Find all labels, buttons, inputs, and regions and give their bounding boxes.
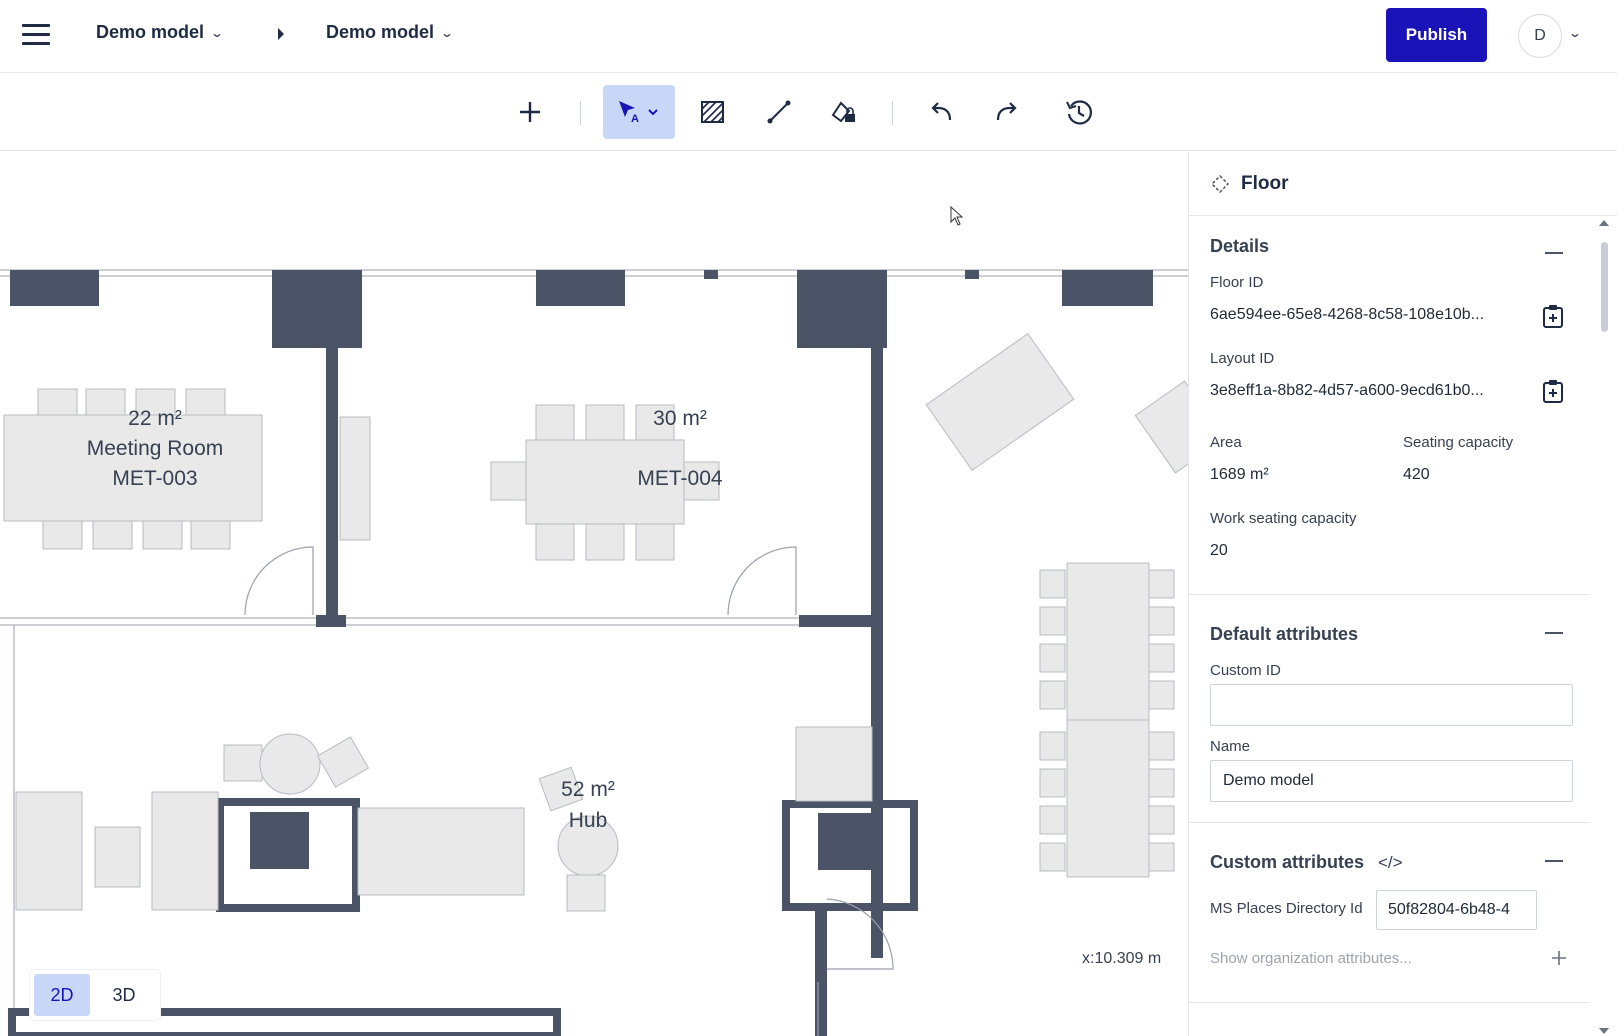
line-tool-button[interactable] (752, 85, 806, 139)
collapse-default-attributes-button[interactable] (1545, 632, 1563, 634)
avatar[interactable]: D (1518, 14, 1562, 58)
ms-places-label: MS Places Directory Id (1210, 900, 1363, 917)
redo-button[interactable] (979, 85, 1033, 139)
history-icon (1066, 100, 1092, 125)
copy-clipboard-icon[interactable] (1542, 379, 1564, 403)
ms-places-input[interactable]: 50f82804-6b48-4 (1376, 890, 1537, 930)
custom-id-input[interactable] (1210, 684, 1573, 726)
toolbar-divider (892, 101, 893, 125)
panel-scroll-thumb[interactable] (1601, 242, 1608, 332)
seating-capacity-label: Seating capacity (1403, 434, 1514, 451)
redo-icon (996, 102, 1017, 121)
breadcrumb-model-selector[interactable]: Demo model ⌄ (96, 22, 225, 43)
mouse-cursor-icon (950, 206, 964, 226)
name-label: Name (1210, 738, 1251, 755)
name-input[interactable]: Demo model (1210, 760, 1573, 802)
area-label: Area (1210, 434, 1242, 451)
select-tool-button[interactable]: A (603, 85, 675, 139)
custom-attributes-title: Custom attributes (1210, 852, 1365, 872)
floor-plan-canvas[interactable]: 22 m² Meeting Room MET-003 30 m² MET-004… (0, 152, 1188, 1036)
section-divider (1189, 1002, 1590, 1003)
wall-column (10, 270, 99, 306)
undo-button[interactable] (915, 85, 969, 139)
chevron-down-icon: ⌄ (210, 25, 225, 40)
view-3d-button[interactable]: 3D (96, 974, 152, 1016)
copy-clipboard-icon[interactable] (1542, 304, 1564, 328)
room-code-label: MET-003 (112, 467, 197, 490)
view-2d-button[interactable]: 2D (34, 974, 90, 1016)
scroll-down-icon[interactable] (1597, 1026, 1611, 1036)
fill-lock-icon (831, 101, 855, 123)
custom-id-label: Custom ID (1210, 662, 1281, 679)
panel-scrollbar[interactable] (1597, 218, 1611, 1036)
wall-column (536, 270, 625, 306)
area-tool-button[interactable] (686, 85, 740, 139)
coordinate-readout: x:10.309 m (1082, 950, 1162, 967)
floor-outline-icon (1211, 174, 1229, 193)
collapse-details-button[interactable] (1545, 252, 1563, 254)
scroll-up-icon[interactable] (1597, 218, 1611, 228)
history-button[interactable] (1052, 85, 1106, 139)
layout-id-label: Layout ID (1210, 350, 1275, 367)
toolbar-divider (580, 101, 581, 125)
svg-text:A: A (631, 113, 639, 125)
wall-column (272, 270, 362, 348)
floor-id-label: Floor ID (1210, 274, 1264, 291)
view-mode-toggle: 2D 3D (30, 970, 160, 1020)
breadcrumb-separator-icon (278, 28, 284, 40)
room-name-label: Meeting Room (87, 437, 224, 460)
undo-icon (931, 102, 952, 121)
layout-id-value: 3e8eff1a-8b82-4d57-a600-9ecd61b0... (1210, 382, 1484, 399)
top-bar: Demo model ⌄ Demo model ⌄ Publish D ⌄ (0, 0, 1617, 73)
breadcrumb-floor-selector[interactable]: Demo model ⌄ (326, 22, 455, 43)
panel-title: Floor (1241, 172, 1289, 194)
publish-button[interactable]: Publish (1386, 8, 1487, 62)
editor-toolbar: A (0, 73, 1617, 151)
details-section-title: Details (1210, 236, 1270, 256)
room-area-label: 22 m² (128, 407, 182, 430)
plus-icon[interactable] (1551, 950, 1567, 966)
seating-capacity-value: 420 (1403, 466, 1430, 483)
wall-column (797, 270, 887, 348)
chevron-down-icon[interactable]: ⌄ (1568, 26, 1582, 40)
properties-panel: Floor Details Floor ID 6ae594ee-65e8-426… (1188, 152, 1617, 1036)
section-divider (1189, 594, 1590, 595)
breadcrumb-label: Demo model (96, 22, 205, 42)
plus-icon (520, 102, 540, 122)
default-attributes-title: Default attributes (1210, 624, 1359, 644)
floor-plan-drawing[interactable]: 22 m² Meeting Room MET-003 30 m² MET-004… (0, 152, 1188, 1036)
room-area-label: 30 m² (653, 407, 707, 430)
room-name-label: Hub (569, 809, 608, 832)
hatched-area-icon (701, 101, 724, 123)
select-arrow-icon: A (619, 101, 658, 125)
chevron-down-icon: ⌄ (440, 25, 455, 40)
breadcrumb-label: Demo model (326, 22, 435, 42)
area-value: 1689 m² (1210, 466, 1269, 483)
fill-lock-tool-button[interactable] (817, 85, 871, 139)
floor-id-value: 6ae594ee-65e8-4268-8c58-108e10b... (1210, 306, 1485, 323)
show-organization-attributes-link[interactable]: Show organization attributes... (1210, 950, 1412, 967)
panel-header: Floor (1189, 152, 1617, 216)
room-area-label: 52 m² (561, 778, 615, 801)
work-seating-label: Work seating capacity (1210, 510, 1357, 527)
code-view-icon[interactable]: </> (1378, 853, 1403, 873)
work-seating-value: 20 (1210, 542, 1228, 559)
line-segment-icon (767, 100, 791, 124)
menu-icon[interactable] (22, 24, 50, 46)
room-code-label: MET-004 (637, 467, 723, 490)
section-divider (1189, 822, 1590, 823)
add-button[interactable] (503, 85, 557, 139)
collapse-custom-attributes-button[interactable] (1545, 860, 1563, 862)
wall-column (1062, 270, 1153, 306)
